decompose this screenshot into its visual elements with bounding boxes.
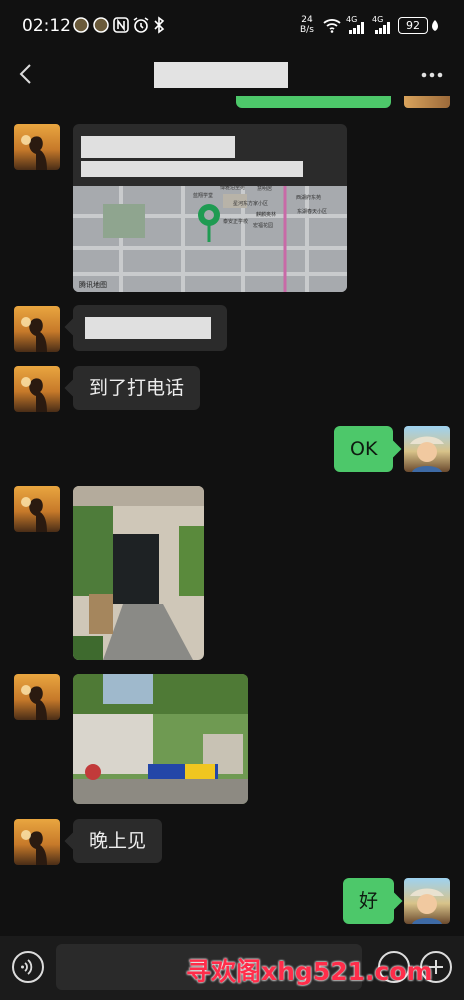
map-preview: 博雅泊至苑 蓝翔学堂 星河东方家小区 慧明居 西湖府东苑 东湖春天小区 麒麟奥林… (73, 185, 347, 292)
map-label: 麒麟奥林 (256, 212, 277, 218)
map-pin-icon (198, 204, 220, 242)
ellipsis-icon[interactable] (420, 66, 444, 84)
map-label: 博雅泊至苑 (220, 185, 246, 191)
map-label: 慧明居 (257, 186, 273, 192)
avatar-silhouette (21, 135, 47, 170)
location-name-redacted (81, 136, 235, 158)
wifi-icon (323, 19, 341, 33)
alarm-icon (133, 17, 149, 33)
avatar-silhouette (21, 377, 47, 412)
avatar-silhouette (21, 317, 47, 352)
map-label: 星河东方家小区 (233, 201, 269, 207)
avatar[interactable] (14, 486, 60, 532)
battery-indicator: 92 (398, 17, 428, 34)
map-label: 泰安正学校 (223, 219, 249, 225)
signal-icon (349, 22, 364, 34)
message-bubble-partial (236, 96, 391, 108)
map-label: 蓝翔学堂 (193, 193, 214, 199)
map-label: 东湖春天小区 (297, 209, 328, 215)
avatar-partial (404, 96, 450, 108)
watermark: 寻欢阁xhg521.com (186, 957, 433, 986)
avatar[interactable] (14, 366, 60, 412)
avatar[interactable] (404, 878, 450, 924)
avatar-cartoon (410, 436, 444, 472)
voice-icon[interactable] (12, 951, 44, 983)
message-bubble[interactable] (73, 305, 227, 351)
avatar[interactable] (14, 674, 60, 720)
status-time: 02:12 (22, 16, 71, 36)
photo-building-entrance (73, 486, 204, 660)
chat-header (0, 52, 464, 98)
image-message[interactable] (73, 674, 248, 804)
avatar[interactable] (14, 306, 60, 352)
message-bubble[interactable]: 晚上见 (73, 819, 163, 863)
app-notification-icon (93, 17, 109, 33)
bluetooth-icon (154, 16, 165, 34)
avatar-silhouette (21, 497, 47, 532)
message-bubble[interactable]: 到了打电话 (73, 366, 201, 410)
avatar[interactable] (14, 819, 60, 865)
location-address-redacted (81, 161, 303, 177)
location-message[interactable]: 博雅泊至苑 蓝翔学堂 星河东方家小区 慧明居 西湖府东苑 东湖春天小区 麒麟奥林… (73, 124, 347, 292)
map-label: 宏福花园 (253, 223, 274, 229)
status-bar: 02:12 24 B/s 4G 4G 92 (0, 0, 464, 52)
chat-title-redacted (154, 62, 288, 88)
map-credit: 腾讯地图 (79, 281, 107, 289)
app-notification-icon (73, 17, 89, 33)
avatar-silhouette (21, 685, 47, 720)
avatar[interactable] (404, 426, 450, 472)
avatar[interactable] (14, 124, 60, 170)
chevron-left-icon[interactable] (14, 62, 38, 86)
leaf-icon (432, 20, 438, 31)
avatar-silhouette (21, 830, 47, 865)
photo-street-gate (73, 674, 248, 804)
network-speed: 24 B/s (300, 15, 314, 35)
image-message[interactable] (73, 486, 204, 660)
signal-icon (375, 22, 390, 34)
avatar-cartoon (410, 888, 444, 924)
map-label: 西湖府东苑 (296, 195, 322, 201)
message-bubble[interactable]: 好 (343, 878, 395, 924)
message-bubble[interactable]: OK (334, 426, 394, 472)
nfc-icon (113, 17, 129, 33)
message-text-redacted (85, 317, 211, 339)
